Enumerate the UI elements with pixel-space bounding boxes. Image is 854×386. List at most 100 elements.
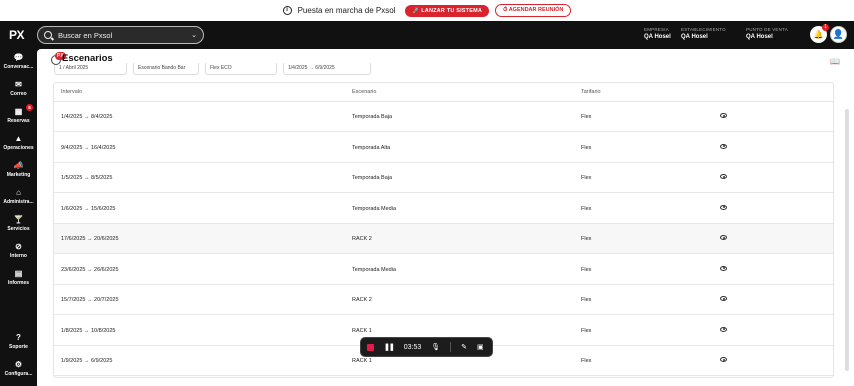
table-row[interactable]: 9/4/2025 → 16/4/2025 Temporada Alta Flex	[54, 133, 833, 163]
search-placeholder: Buscar en Pxsol	[58, 30, 113, 40]
stop-record-button[interactable]	[367, 343, 374, 351]
pos-selector[interactable]: PUNTO DE VENTA QA Hosel	[746, 27, 788, 40]
interval-cell: 23/6/2025 → 26/6/2025	[61, 267, 119, 273]
interval-to: 6/9/2025	[90, 358, 113, 364]
scrollbar[interactable]	[845, 109, 849, 371]
arrow-right-icon: →	[83, 114, 90, 120]
establishment-selector[interactable]: ESTABLECIMIENTO QA Hosel	[681, 27, 726, 40]
interval-from: 15/7/2025	[61, 297, 86, 303]
launch-system-button[interactable]: 🚀 LANZAR TU SISTEMA	[405, 4, 490, 17]
microphone-icon[interactable]: 🎙	[431, 343, 440, 351]
interval-from: 23/6/2025	[61, 266, 86, 273]
services-icon: 🍸	[13, 215, 24, 224]
eye-icon[interactable]	[720, 357, 727, 362]
eye-icon[interactable]	[720, 143, 727, 149]
chevron-down-icon[interactable]: ⌄	[191, 31, 197, 39]
sidebar-item-operations[interactable]: ▲ Operaciones	[0, 134, 37, 151]
interval-cell: 9/4/2025 → 16/4/2025	[61, 145, 115, 151]
gear-icon: ⚙	[14, 360, 23, 369]
scenario-cell: RACK 2	[352, 297, 372, 303]
eye-icon[interactable]	[720, 204, 727, 210]
pen-icon[interactable]: ✎	[461, 343, 467, 351]
sidebar-item-marketing[interactable]: 📣 Marketing	[0, 161, 37, 178]
eye-icon[interactable]	[720, 265, 727, 271]
sidebar-item-label: Interno	[10, 253, 27, 259]
sidebar-item-reports[interactable]: ▤ Informes	[0, 269, 37, 286]
table-row[interactable]: 17/6/2025 → 20/6/2025 RACK 2 Flex	[54, 224, 833, 254]
launch-system-label: LANZAR TU SISTEMA	[421, 7, 483, 14]
sidebar-item-support[interactable]: ? Soporte	[0, 333, 37, 350]
interval-to: 26/6/2025	[94, 266, 119, 273]
avatar[interactable]: 👤	[830, 26, 847, 43]
schedule-meeting-button[interactable]: ⏱ AGENDAR REUNIÓN	[495, 4, 572, 17]
arrow-right-icon: →	[83, 144, 90, 151]
arrow-right-icon: →	[83, 205, 90, 212]
arrow-right-icon: →	[87, 266, 93, 273]
eye-icon[interactable]	[720, 296, 727, 301]
sidebar-item-mail[interactable]: ✉ Correo	[0, 80, 37, 97]
table-row[interactable]: 15/7/2025 → 20/7/2025 RACK 2 Flex	[54, 285, 833, 315]
info-icon: i	[282, 6, 292, 15]
sidebar-item-conversations[interactable]: 💬 Conversac...	[0, 53, 37, 70]
filter-rate[interactable]: Flex ECO	[205, 63, 277, 75]
scenario-cell: RACK 1	[352, 358, 372, 364]
eye-icon[interactable]	[720, 235, 727, 240]
report-icon: ▤	[14, 269, 23, 278]
rate-cell: Flex	[581, 266, 592, 273]
eye-icon[interactable]	[720, 326, 727, 332]
eye-icon[interactable]	[720, 174, 727, 179]
interval-to: 16/4/2025	[90, 144, 116, 151]
sidebar-item-label: Reservas	[7, 118, 30, 124]
arrow-right-icon: →	[83, 358, 90, 364]
book-icon[interactable]: 📖	[830, 57, 840, 66]
scenario-cell: Temporada Media	[352, 266, 397, 273]
sidebar-item-reservations[interactable]: ▦ 5 Reservas	[0, 104, 37, 124]
rate-cell: Flex	[581, 297, 592, 303]
scenario-cell: Temporada Baja	[352, 114, 393, 120]
filter-range[interactable]: 1/4/2025 → 6/9/2025	[283, 63, 371, 75]
sidebar-item-label: Servicios	[7, 226, 30, 232]
help-icon: ?	[16, 333, 21, 342]
pause-button[interactable]: ❚❚	[384, 343, 395, 351]
table-header: Intervalo Escenario Tarifario	[54, 83, 833, 102]
filter-date[interactable]: 1 / Abril 2025	[54, 63, 127, 75]
arrow-right-icon: →	[87, 236, 93, 242]
scenarios-table: Intervalo Escenario Tarifario 1/4/2025 →…	[53, 82, 834, 378]
megaphone-icon: 📣	[13, 161, 24, 170]
chat-icon: 💬	[13, 53, 24, 62]
interval-cell: 17/6/2025 → 20/6/2025	[61, 236, 119, 242]
column-rate: Tarifario	[581, 89, 601, 95]
company-label: EMPRESIA	[644, 27, 669, 32]
table-row[interactable]: 1/5/2025 → 8/5/2025 Temporada Baja Flex	[54, 163, 833, 193]
pos-value: QA Hosel	[746, 34, 773, 40]
interval-from: 9/4/2025	[61, 144, 83, 151]
sidebar-item-services[interactable]: 🍸 Servicios	[0, 215, 37, 232]
recording-timer: 03:53	[403, 343, 422, 351]
interval-to: 15/6/2025	[90, 205, 116, 212]
search-input[interactable]: Buscar en Pxsol ⌄	[37, 26, 204, 44]
table-row[interactable]: 23/6/2025 → 26/6/2025 Temporada Media Flex	[54, 255, 833, 285]
eye-icon[interactable]	[720, 113, 727, 118]
header-bar: PX Buscar en Pxsol ⌄ EMPRESIA QA Hosel E…	[0, 21, 854, 49]
interval-to: 10/8/2025	[90, 327, 116, 334]
interval-cell: 15/7/2025 → 20/7/2025	[61, 297, 119, 303]
sidebar-item-internal[interactable]: ⊘ Interno	[0, 242, 37, 259]
sidebar-item-settings[interactable]: ⚙ Configura...	[0, 360, 37, 377]
interval-cell: 1/8/2025 → 10/8/2025	[61, 328, 115, 334]
camera-toggle-icon[interactable]: ▣	[477, 343, 484, 351]
rate-cell: Flex	[581, 114, 592, 120]
company-selector[interactable]: EMPRESIA QA Hosel	[644, 27, 671, 40]
table-row[interactable]: 1/6/2025 → 15/6/2025 Temporada Media Flex	[54, 194, 833, 224]
filter-scenario[interactable]: Escenario Bando Bar	[133, 63, 199, 75]
table-row[interactable]: 1/4/2025 → 8/4/2025 Temporada Baja Flex	[54, 102, 833, 132]
sidebar-item-label: Marketing	[6, 172, 31, 178]
search-icon	[44, 31, 52, 39]
sidebar-item-admin[interactable]: ⌂ Administra...	[0, 188, 37, 205]
interval-cell: 1/9/2025 → 6/9/2025	[61, 358, 112, 364]
schedule-meeting-label: AGENDAR REUNIÓN	[508, 7, 564, 13]
scenario-cell: Temporada Media	[352, 205, 397, 212]
sidebar-item-label: Soporte	[9, 344, 28, 350]
scenario-cell: RACK 1	[352, 327, 372, 334]
app-logo[interactable]: PX	[9, 28, 25, 42]
rate-cell: Flex	[581, 327, 592, 334]
